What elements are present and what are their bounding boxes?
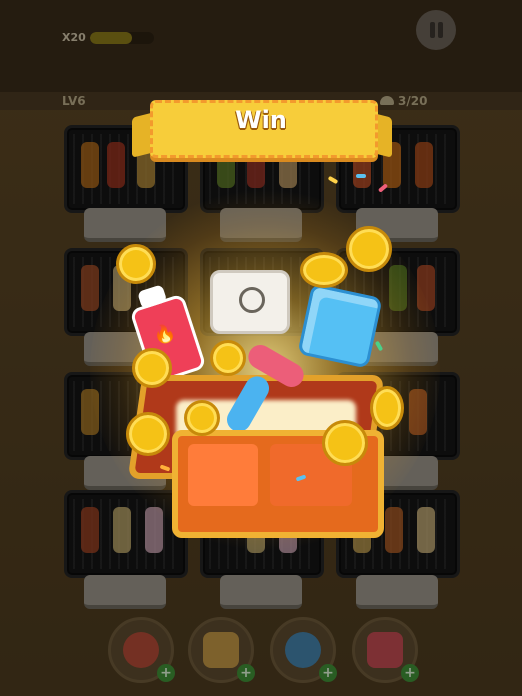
- win-title: Win: [235, 106, 287, 134]
- gold-coin-icon: [132, 348, 172, 388]
- gold-coin-icon: [184, 400, 220, 436]
- gold-coin-icon: [210, 340, 246, 376]
- gold-coin-icon: [126, 412, 170, 456]
- ice-cube-icon: [297, 283, 383, 369]
- takeout-box-icon: [210, 270, 290, 334]
- gold-coin-icon: [322, 420, 368, 466]
- chest-panel: [188, 444, 258, 506]
- gold-coin-icon: [300, 252, 348, 288]
- gold-coin-icon: [116, 244, 156, 284]
- confetti: [356, 174, 366, 178]
- gold-coin-icon: [346, 226, 392, 272]
- gold-coin-icon: [370, 386, 404, 430]
